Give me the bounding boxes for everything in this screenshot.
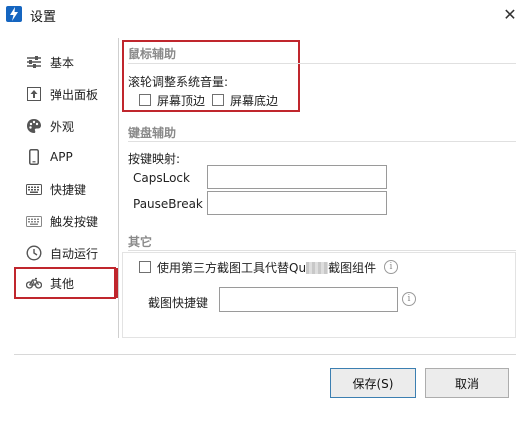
scroll-volume-label: 滚轮调整系统音量: <box>128 75 229 89</box>
info-icon[interactable]: i <box>402 292 416 306</box>
info-icon[interactable]: i <box>384 260 398 274</box>
sidebar-item-label: 快捷键 <box>50 182 87 197</box>
cancel-button-label: 取消 <box>454 376 479 391</box>
keyboard-trigger-icon <box>26 213 42 229</box>
sidebar-item-basic[interactable]: 基本 <box>26 51 122 73</box>
palette-icon <box>26 118 42 134</box>
popup-upload-icon <box>26 86 42 102</box>
screenshot-hotkey-label: 截图快捷键 <box>148 296 209 310</box>
clock-icon <box>26 245 42 261</box>
sidebar-item-label: 基本 <box>50 55 75 70</box>
sidebar-item-app[interactable]: APP <box>26 146 122 168</box>
section-divider <box>128 63 516 64</box>
bicycle-icon <box>26 275 42 291</box>
pausebreak-label: PauseBreak <box>133 197 203 211</box>
save-button[interactable]: 保存(S) <box>330 368 416 398</box>
sidebar-item-popup-panel[interactable]: 弹出面板 <box>26 83 122 105</box>
close-icon: ✕ <box>503 4 517 24</box>
footer-divider <box>14 354 516 355</box>
sidebar-item-appearance[interactable]: 外观 <box>26 115 122 137</box>
sidebar-item-label: 弹出面板 <box>50 87 99 102</box>
sidebar-item-hotkeys[interactable]: 快捷键 <box>26 178 122 200</box>
blurred-text <box>306 261 329 274</box>
third-party-label-suffix: 截图组件 <box>328 261 377 275</box>
screen-bottom-label: 屏幕底边 <box>230 94 279 108</box>
app-lightning-icon <box>6 6 22 22</box>
sidebar-item-label: APP <box>50 150 73 164</box>
third-party-label-prefix: 使用第三方截图工具代替Qu <box>157 261 307 275</box>
sliders-icon <box>26 54 42 70</box>
section-divider <box>128 141 516 142</box>
sidebar-item-label: 自动运行 <box>50 246 99 261</box>
phone-icon <box>26 149 42 165</box>
third-party-screenshot-checkbox[interactable] <box>139 261 151 273</box>
screen-top-checkbox[interactable] <box>139 94 151 106</box>
section-divider <box>128 250 516 251</box>
screen-bottom-checkbox[interactable] <box>212 94 224 106</box>
close-button[interactable]: ✕ <box>498 3 522 25</box>
section-title-keyboard: 键盘辅助 <box>128 126 177 140</box>
sidebar-item-label: 其他 <box>50 276 75 291</box>
screenshot-hotkey-input[interactable] <box>219 287 398 312</box>
section-title-mouse: 鼠标辅助 <box>128 47 177 61</box>
capslock-mapping-input[interactable] <box>207 165 387 189</box>
save-button-label: 保存(S) <box>352 376 394 391</box>
cancel-button[interactable]: 取消 <box>425 368 509 398</box>
pausebreak-mapping-input[interactable] <box>207 191 387 215</box>
sidebar-divider <box>118 38 119 338</box>
sidebar-item-label: 外观 <box>50 119 75 134</box>
window-title: 设置 <box>30 10 57 25</box>
third-party-screenshot-label: 使用第三方截图工具代替Qu 截图组件 <box>157 259 376 276</box>
keyboard-icon <box>26 181 42 197</box>
capslock-label: CapsLock <box>133 171 190 185</box>
section-title-other: 其它 <box>128 235 153 249</box>
sidebar-item-label: 触发按键 <box>50 214 99 229</box>
sidebar-item-trigger-keys[interactable]: 触发按键 <box>26 210 122 232</box>
key-mapping-label: 按键映射: <box>128 152 181 166</box>
sidebar-item-other[interactable]: 其他 <box>26 272 122 294</box>
sidebar-item-autorun[interactable]: 自动运行 <box>26 242 122 264</box>
screen-top-label: 屏幕顶边 <box>157 94 206 108</box>
